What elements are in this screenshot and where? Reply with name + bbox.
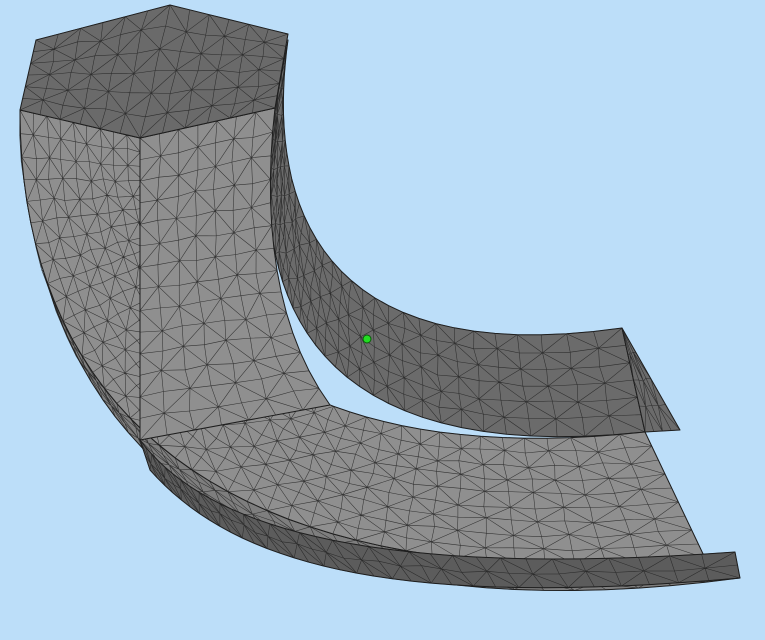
point-marker-icon[interactable]	[362, 334, 372, 344]
mesh-model-canvas[interactable]	[0, 0, 765, 640]
3d-viewport[interactable]	[0, 0, 765, 640]
